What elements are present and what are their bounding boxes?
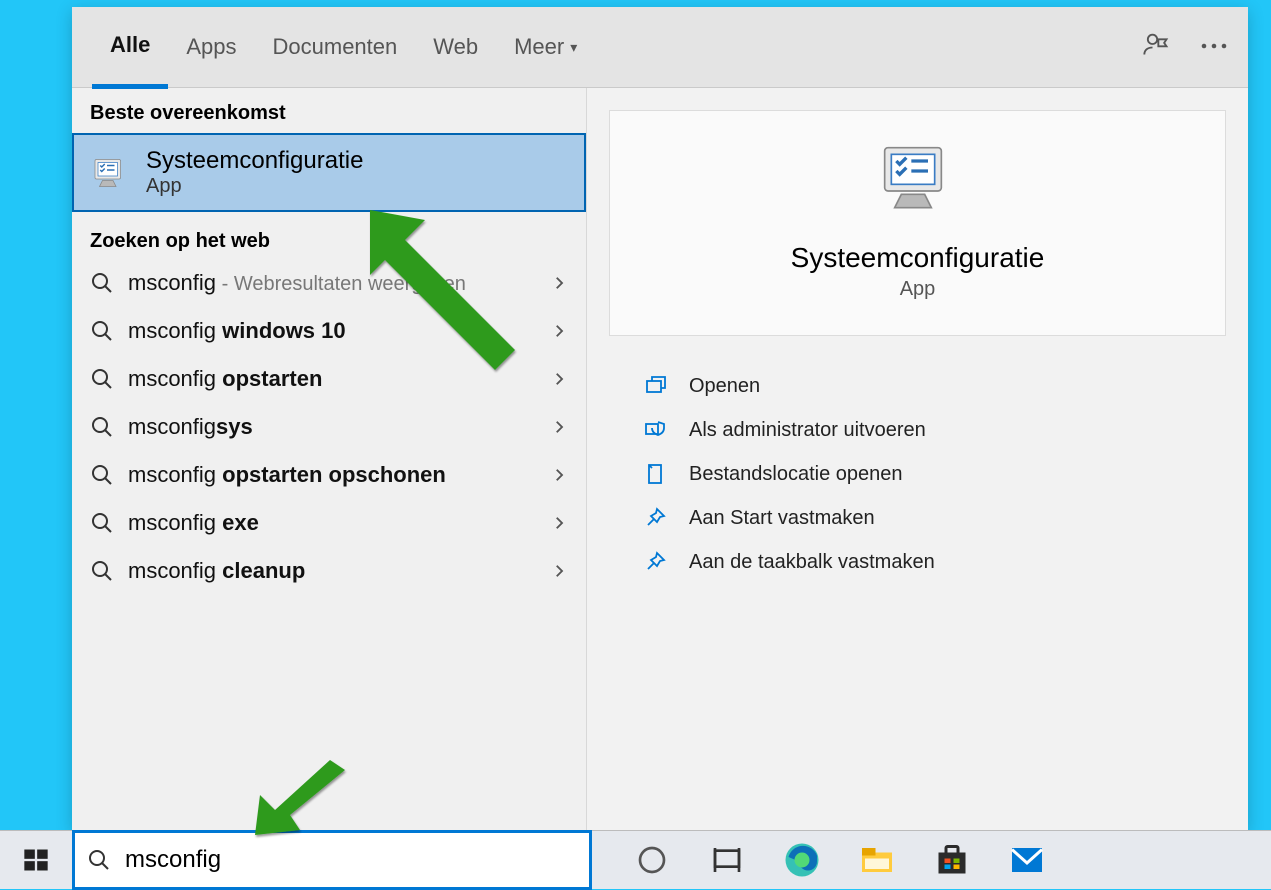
tab-all[interactable]: Alle [92, 6, 168, 89]
search-icon [90, 559, 114, 583]
detail-type: App [610, 278, 1225, 301]
web-result-label: msconfig opstarten opschonen [128, 462, 550, 488]
search-icon [90, 319, 114, 343]
search-field[interactable] [123, 845, 589, 875]
web-result-2[interactable]: msconfig opstarten [72, 355, 586, 403]
tab-more[interactable]: Meer [496, 8, 595, 86]
microsoft-store-icon[interactable] [932, 840, 972, 880]
tab-documents[interactable]: Documenten [255, 8, 416, 86]
pin-icon [643, 506, 667, 530]
best-match-title: Systeemconfiguratie [146, 147, 363, 175]
web-result-label: msconfig - Webresultaten weergeven [128, 270, 550, 296]
web-search-header: Zoeken op het web [72, 216, 586, 259]
detail-title: Systeemconfiguratie [610, 242, 1225, 274]
best-match-item[interactable]: Systeemconfiguratie App [72, 133, 586, 212]
best-match-header: Beste overeenkomst [72, 88, 586, 131]
action-run-admin[interactable]: Als administrator uitvoeren [627, 408, 1208, 452]
search-tabs: Alle Apps Documenten Web Meer [72, 7, 1248, 88]
web-result-0[interactable]: msconfig - Webresultaten weergeven [72, 259, 586, 307]
web-result-6[interactable]: msconfig cleanup [72, 547, 586, 595]
chevron-right-icon [550, 322, 568, 340]
shield-run-icon [643, 418, 667, 442]
web-result-label: msconfig windows 10 [128, 318, 550, 344]
search-icon [90, 511, 114, 535]
file-explorer-icon[interactable] [857, 840, 897, 880]
folder-icon [643, 462, 667, 486]
web-result-label: msconfigsys [128, 414, 550, 440]
taskbar-search-input[interactable] [72, 830, 592, 890]
web-result-label: msconfig opstarten [128, 366, 550, 392]
edge-browser-icon[interactable] [782, 840, 822, 880]
action-open-location[interactable]: Bestandslocatie openen [627, 452, 1208, 496]
cortana-icon[interactable] [632, 840, 672, 880]
action-label: Als administrator uitvoeren [689, 419, 926, 442]
task-view-icon[interactable] [707, 840, 747, 880]
tab-more-label: Meer [514, 34, 564, 60]
taskbar [0, 830, 1271, 889]
start-button[interactable] [0, 831, 72, 889]
detail-card: Systeemconfiguratie App [609, 110, 1226, 336]
best-match-subtitle: App [146, 175, 363, 198]
chevron-right-icon [550, 562, 568, 580]
search-icon [90, 415, 114, 439]
feedback-icon[interactable] [1142, 30, 1170, 63]
detail-app-icon [878, 141, 958, 221]
open-icon [643, 374, 667, 398]
action-label: Bestandslocatie openen [689, 463, 903, 486]
chevron-right-icon [550, 466, 568, 484]
action-pin-taskbar[interactable]: Aan de taakbalk vastmaken [627, 540, 1208, 584]
chevron-right-icon [550, 418, 568, 436]
chevron-right-icon [550, 514, 568, 532]
action-label: Openen [689, 375, 760, 398]
windows-logo-icon [22, 846, 50, 874]
action-pin-start[interactable]: Aan Start vastmaken [627, 496, 1208, 540]
tab-apps[interactable]: Apps [168, 8, 254, 86]
action-label: Aan Start vastmaken [689, 507, 875, 530]
search-icon [90, 271, 114, 295]
web-result-4[interactable]: msconfig opstarten opschonen [72, 451, 586, 499]
action-label: Aan de taakbalk vastmaken [689, 551, 935, 574]
web-result-5[interactable]: msconfig exe [72, 499, 586, 547]
caret-down-icon [570, 39, 577, 56]
web-result-label: msconfig exe [128, 510, 550, 536]
pin-icon [643, 550, 667, 574]
msconfig-app-icon [92, 155, 128, 191]
tab-web[interactable]: Web [415, 8, 496, 86]
web-result-label: msconfig cleanup [128, 558, 550, 584]
search-icon [87, 848, 111, 872]
web-result-1[interactable]: msconfig windows 10 [72, 307, 586, 355]
web-result-3[interactable]: msconfigsys [72, 403, 586, 451]
more-options-icon[interactable] [1200, 37, 1228, 55]
search-icon [90, 367, 114, 391]
action-open[interactable]: Openen [627, 364, 1208, 408]
search-icon [90, 463, 114, 487]
chevron-right-icon [550, 274, 568, 292]
chevron-right-icon [550, 370, 568, 388]
mail-icon[interactable] [1007, 840, 1047, 880]
